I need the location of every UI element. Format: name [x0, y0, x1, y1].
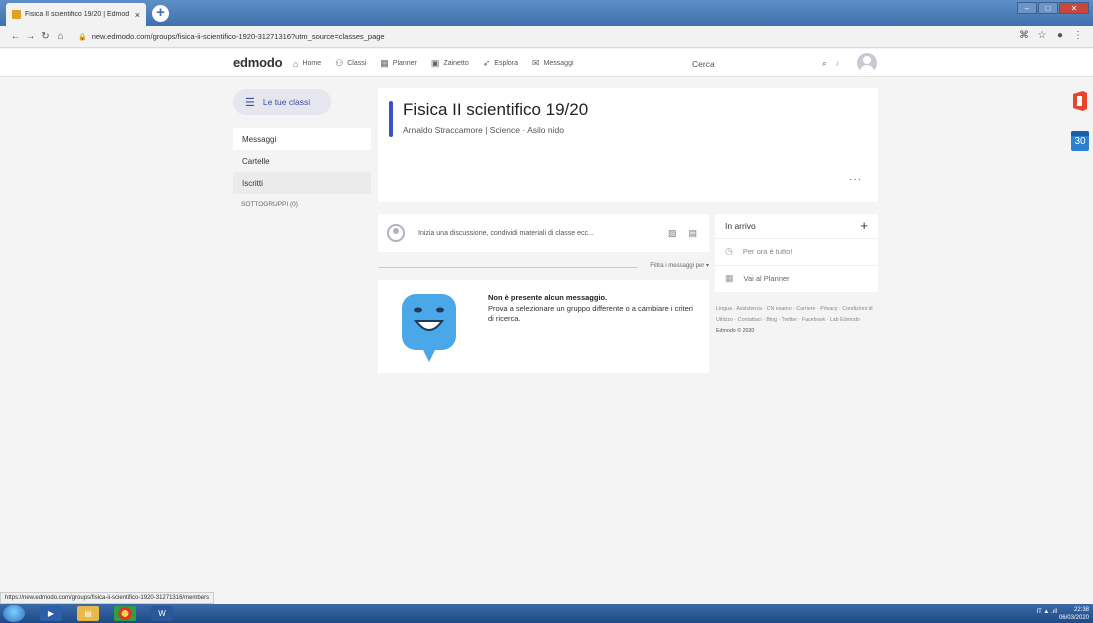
- group-more-options-icon[interactable]: ···: [849, 174, 862, 185]
- outlook-calendar-icon[interactable]: 30: [1071, 131, 1089, 151]
- subgroups-heading[interactable]: SOTTOGRUPPI (0): [241, 201, 298, 208]
- sidebar-item-cartelle[interactable]: Cartelle: [233, 150, 371, 172]
- maximize-button[interactable]: □: [1038, 2, 1058, 14]
- clock-icon: ◷: [725, 246, 733, 256]
- clock-date: 06/03/2020: [1058, 615, 1089, 621]
- empty-title: Non è presente alcun messaggio.: [488, 293, 608, 302]
- edmodo-logo[interactable]: edmodo: [233, 55, 283, 70]
- your-classes-button[interactable]: ☰ Le tue classi: [233, 89, 331, 115]
- your-classes-label: Le tue classi: [262, 97, 311, 107]
- nav-messaggi-label: Messaggi: [543, 60, 574, 67]
- home-nav-icon: ⌂: [293, 58, 299, 69]
- nav-esplora[interactable]: ➶ Esplora: [483, 58, 518, 69]
- go-to-planner-label: Vai al Planner: [743, 274, 790, 283]
- status-bar-url: https://new.edmodo.com/groups/fisica-ii-…: [0, 592, 215, 604]
- nav-items: ⌂ Home ⚇ Classi ▦ Planner ▣ Zainetto ➶ E…: [293, 58, 588, 69]
- inbox-add-button[interactable]: +: [860, 218, 868, 233]
- go-to-planner-link[interactable]: ▦ Vai al Planner: [715, 265, 878, 291]
- explore-nav-icon: ➶: [482, 58, 491, 68]
- sidebar-item-iscritti[interactable]: Iscritti: [233, 172, 371, 194]
- nav-zainetto[interactable]: ▣ Zainetto: [431, 58, 469, 69]
- group-color-bar: [389, 101, 393, 137]
- edmodo-top-nav: edmodo ⌂ Home ⚇ Classi ▦ Planner ▣ Zaine…: [0, 49, 1093, 77]
- composer-avatar-icon: [387, 224, 405, 242]
- menu-dots-icon[interactable]: ⋮: [1069, 30, 1087, 41]
- file-explorer-icon[interactable]: ▤: [77, 606, 99, 621]
- classes-nav-icon: ⚇: [335, 58, 344, 68]
- bookmark-star-icon[interactable]: ☆: [1033, 30, 1051, 41]
- message-filter: Filtra i messaggi per ▾: [378, 262, 709, 272]
- tab-close-icon[interactable]: ×: [135, 10, 140, 20]
- footer-link-list[interactable]: Lingua · Assistenza · CN esamo · Carrier…: [716, 304, 876, 326]
- windows-taskbar: ▶ ▤ W IT ▲ .ıll 22:38 06/03/2020: [0, 604, 1093, 623]
- sidebar-item-messaggi[interactable]: Messaggi: [233, 128, 371, 150]
- search-placeholder: Cerca: [692, 58, 715, 69]
- nav-planner[interactable]: ▦ Planner: [380, 58, 417, 69]
- nav-zainetto-label: Zainetto: [443, 60, 469, 67]
- reload-icon[interactable]: ↻: [38, 31, 53, 42]
- search-input[interactable]: Cerca ⌕: [692, 55, 827, 72]
- translate-icon[interactable]: ⌘: [1015, 30, 1033, 41]
- backpack-attach-icon[interactable]: ▤: [688, 228, 697, 239]
- lock-icon[interactable]: 🔒: [78, 33, 87, 41]
- nav-esplora-label: Esplora: [494, 60, 519, 67]
- clock-time: 22:38: [1073, 607, 1089, 613]
- taskbar-clock[interactable]: 22:38 06/03/2020: [1059, 606, 1089, 622]
- empty-messages-card: Non è presente alcun messaggio. Prova a …: [378, 280, 709, 373]
- browser-tab[interactable]: Fisica II scientifico 19/20 | Edmod ×: [6, 3, 146, 26]
- group-subtitle: Arnaldo Straccamore | Science · Asilo ni…: [403, 125, 564, 135]
- forward-arrow-icon[interactable]: →: [23, 31, 38, 42]
- group-title: Fisica II scientifico 19/20: [403, 100, 589, 119]
- footer-links: Lingua · Assistenza · CN esamo · Carrier…: [716, 304, 876, 337]
- group-header-card: Fisica II scientifico 19/20 Arnaldo Stra…: [378, 88, 878, 202]
- empty-description: Prova a selezionare un gruppo differente…: [488, 304, 693, 323]
- close-window-button[interactable]: ✕: [1059, 2, 1089, 14]
- profile-icon[interactable]: ●: [1051, 30, 1069, 41]
- tab-title: Fisica II scientifico 19/20 | Edmod: [25, 11, 130, 18]
- system-tray[interactable]: IT ▲ .ıll: [1037, 609, 1058, 615]
- composer-placeholder[interactable]: Inizia una discussione, condividi materi…: [418, 230, 668, 237]
- browser-tab-bar: Fisica II scientifico 19/20 | Edmod × + …: [0, 0, 1093, 26]
- minimize-button[interactable]: –: [1017, 2, 1037, 14]
- copyright: Edmodo © 2020: [716, 328, 755, 334]
- inbox-empty-text: Per ora è tutto!: [742, 247, 793, 256]
- home-icon[interactable]: ⌂: [53, 31, 68, 42]
- office-icon[interactable]: [1070, 90, 1090, 112]
- user-avatar[interactable]: [857, 53, 877, 73]
- backpack-nav-icon: ▣: [430, 58, 440, 68]
- inbox-row-empty: ◷ Per ora è tutto!: [715, 238, 878, 264]
- inbox-title: In arrivo: [725, 221, 756, 231]
- nav-messaggi[interactable]: ✉ Messaggi: [532, 58, 574, 69]
- nav-home[interactable]: ⌂ Home: [293, 58, 321, 69]
- back-arrow-icon[interactable]: ←: [8, 31, 23, 42]
- calendar-icon: ▦: [725, 273, 734, 283]
- edmodo-mascot-icon: [402, 294, 456, 362]
- new-tab-button[interactable]: +: [152, 5, 169, 22]
- media-player-icon[interactable]: ▶: [40, 606, 62, 621]
- edmodo-favicon-icon: [12, 10, 21, 19]
- post-composer[interactable]: Inizia una discussione, condividi materi…: [378, 214, 709, 252]
- start-button[interactable]: [3, 605, 25, 622]
- inbox-card: In arrivo + ◷ Per ora è tutto! ▦ Vai al …: [715, 214, 878, 292]
- search-icon[interactable]: ⌕: [822, 58, 827, 69]
- url-field[interactable]: new.edmodo.com/groups/fisica-ii-scientif…: [92, 32, 385, 41]
- chrome-icon[interactable]: [114, 606, 136, 621]
- nav-classi-label: Classi: [347, 60, 367, 67]
- notifications-bell-icon[interactable]: ♪: [835, 58, 840, 68]
- messages-nav-icon: ✉: [532, 58, 540, 68]
- hamburger-menu-icon: ☰: [245, 96, 255, 109]
- window-controls: – □ ✕: [1016, 2, 1089, 14]
- planner-nav-icon: ▦: [380, 58, 389, 68]
- filter-divider: [378, 267, 638, 268]
- nav-classi[interactable]: ⚇ Classi: [335, 58, 366, 69]
- word-icon[interactable]: W: [151, 606, 173, 621]
- nav-planner-label: Planner: [392, 60, 417, 67]
- image-attach-icon[interactable]: ▨: [668, 228, 677, 239]
- nav-home-label: Home: [302, 60, 322, 67]
- address-bar: ← → ↻ ⌂ 🔒 new.edmodo.com/groups/fisica-i…: [0, 26, 1093, 48]
- filter-messages-dropdown[interactable]: Filtra i messaggi per ▾: [650, 262, 709, 269]
